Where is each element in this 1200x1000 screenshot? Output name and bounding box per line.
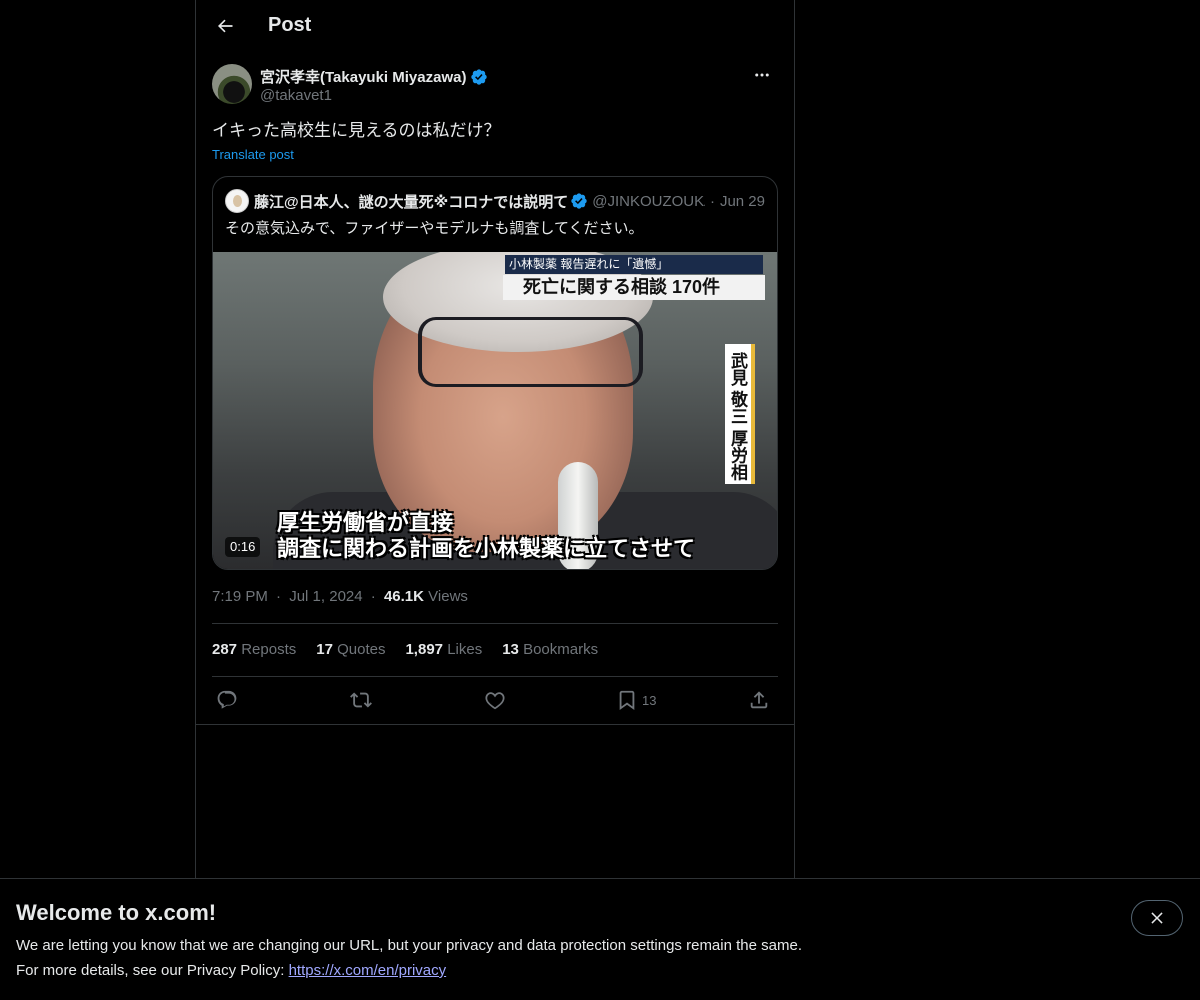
close-icon	[1151, 912, 1163, 924]
share-button[interactable]	[748, 687, 770, 713]
quotes-stat[interactable]: 17 Quotes	[316, 641, 385, 658]
post-text: イキった高校生に見えるのは私だけ？	[212, 121, 501, 140]
video-caption-main: 死亡に関する相談 170件	[503, 275, 765, 300]
author-handle[interactable]: @takavet1	[260, 87, 332, 104]
quoted-date: Jun 29	[719, 192, 765, 210]
back-button[interactable]	[208, 9, 242, 43]
separator: ·	[370, 588, 376, 605]
likes-label: Likes	[447, 641, 483, 658]
video-frame-glasses	[418, 317, 643, 387]
post-date[interactable]: Jul 1, 2024	[289, 588, 362, 605]
bookmarks-stat[interactable]: 13 Bookmarks	[502, 641, 598, 658]
banner-close-button[interactable]	[1131, 900, 1183, 936]
avatar[interactable]	[212, 64, 252, 104]
repost-icon	[350, 692, 372, 708]
views-count: 46.1K	[383, 588, 424, 605]
quoted-post-header: 藤江@日本人、謎の大量死※コロナでは説明て @JINKOUZOUKA · Jun…	[225, 189, 765, 213]
quoted-author-handle: @JINKOUZOUKA	[592, 192, 705, 210]
welcome-banner: Welcome to x.com! We are letting you kno…	[0, 878, 1200, 1000]
banner-title: Welcome to x.com!	[16, 900, 217, 925]
divider	[196, 724, 794, 725]
separator: ·	[709, 192, 715, 210]
reply-button[interactable]	[216, 687, 238, 713]
post-stats: 287 Reposts 17 Quotes 1,897 Likes 13 Boo…	[212, 641, 598, 658]
bookmark-icon	[619, 690, 635, 711]
more-button[interactable]	[746, 64, 778, 86]
post-time[interactable]: 7:19 PM	[212, 588, 268, 605]
top-bar: Post	[196, 0, 794, 53]
author-name[interactable]: 宮沢孝幸(Takayuki Miyazawa)	[260, 66, 466, 87]
separator: ·	[276, 588, 282, 605]
divider	[212, 676, 778, 677]
banner-message: We are letting you know that we are chan…	[16, 937, 802, 954]
quotes-label: Quotes	[337, 641, 386, 658]
quoted-avatar	[225, 189, 249, 213]
repost-button[interactable]	[350, 687, 372, 713]
banner-privacy-prefix: For more details, see our Privacy Policy…	[16, 962, 289, 979]
bookmarks-count: 13	[502, 641, 519, 658]
like-button[interactable]	[484, 687, 506, 713]
quoted-post[interactable]: 藤江@日本人、謎の大量死※コロナでは説明て @JINKOUZOUKA · Jun…	[212, 176, 778, 570]
like-icon	[485, 692, 505, 710]
verified-badge-icon	[571, 193, 587, 209]
quoted-author-name: 藤江@日本人、謎の大量死※コロナでは説明て	[254, 193, 569, 211]
video-duration: 0:16	[225, 537, 261, 557]
video-player[interactable]: 小林製薬 報告遅れに「遺憾」 死亡に関する相談 170件 武見 敬三 厚労相 厚…	[213, 252, 777, 569]
translate-post-link[interactable]: Translate post	[212, 147, 294, 162]
action-bar: 13	[212, 687, 778, 715]
bookmarks-label: Bookmarks	[523, 641, 599, 658]
more-icon	[755, 73, 769, 77]
video-caption-top: 小林製薬 報告遅れに「遺憾」	[505, 255, 763, 274]
quoted-text: その意気込みで、ファイザーやモデルナも調査してください。	[225, 220, 644, 237]
bookmark-count: 13	[642, 692, 657, 708]
post-column: Post 宮沢孝幸(Takayuki Miyazawa) @takavet1 イ…	[195, 0, 795, 880]
reposts-stat[interactable]: 287 Reposts	[212, 641, 296, 658]
video-subtitle-line1: 厚生労働省が直接	[277, 510, 454, 535]
author-name-row[interactable]: 宮沢孝幸(Takayuki Miyazawa)	[260, 66, 488, 87]
verified-badge-icon	[471, 68, 488, 85]
share-icon	[750, 691, 768, 709]
quotes-count: 17	[316, 641, 333, 658]
divider	[212, 623, 778, 624]
video-subtitle-line2: 調査に関わる計画を小林製薬に立てさせて	[277, 536, 696, 561]
reply-icon	[217, 690, 237, 709]
banner-privacy-line: For more details, see our Privacy Policy…	[16, 962, 446, 979]
privacy-policy-link[interactable]: https://x.com/en/privacy	[289, 962, 447, 979]
back-arrow-icon	[218, 19, 233, 33]
post-author: 宮沢孝幸(Takayuki Miyazawa) @takavet1	[212, 64, 778, 106]
likes-count: 1,897	[405, 641, 444, 658]
bookmark-button[interactable]: 13	[616, 687, 656, 713]
likes-stat[interactable]: 1,897 Likes	[405, 641, 482, 658]
video-subtitle: 厚生労働省が直接 調査に関わる計画を小林製薬に立てさせて	[277, 510, 695, 562]
page-title: Post	[268, 14, 312, 36]
video-name-strip: 武見 敬三 厚労相	[725, 344, 755, 484]
reposts-count: 287	[212, 641, 238, 658]
views-label: Views	[428, 588, 468, 605]
post-meta: 7:19 PM · Jul 1, 2024 · 46.1K Views	[212, 588, 468, 605]
reposts-label: Reposts	[241, 641, 297, 658]
